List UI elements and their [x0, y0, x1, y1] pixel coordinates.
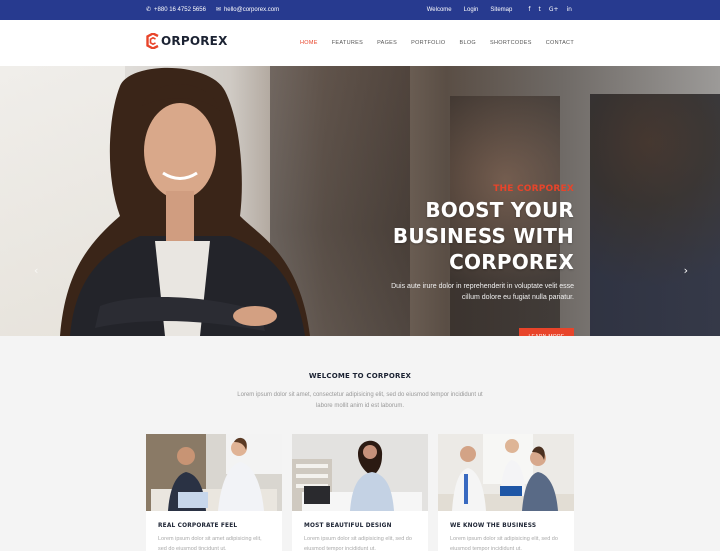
hero-description: Duis aute irure dolor in reprehenderit i…: [314, 281, 574, 303]
phone-number: +880 16 4752 5656: [154, 7, 206, 13]
hero-slider: ‹ › THE CORPOREX BOOST YOUR BUSINESS WIT…: [0, 66, 720, 336]
logo-text: ORPOREX: [161, 34, 228, 48]
phone-icon: ✆: [146, 6, 152, 13]
hero-woman-image: [60, 67, 310, 336]
card-text: Lorem ipsum dolor sit amet adipisicing e…: [158, 536, 262, 551]
feature-card[interactable]: REAL CORPORATE FEEL Lorem ipsum dolor si…: [146, 434, 282, 551]
hero-eyebrow: THE CORPOREX: [493, 184, 574, 194]
logo-mark-icon: [146, 33, 159, 49]
nav-shortcodes[interactable]: SHORTCODES: [490, 40, 532, 46]
learn-more-button[interactable]: LEARN MORE: [519, 328, 574, 336]
nav-contact[interactable]: CONTACT: [546, 40, 574, 46]
slider-next-arrow[interactable]: ›: [684, 264, 688, 277]
welcome-title: WELCOME TO CORPOREX: [308, 372, 412, 380]
nav-pages[interactable]: PAGES: [377, 40, 397, 46]
welcome-text: Lorem ipsum dolor sit amet, consectetur …: [237, 392, 483, 409]
email-contact[interactable]: ✉ hello@corporex.com: [215, 6, 280, 14]
linkedin-icon[interactable]: in: [567, 7, 572, 13]
headline-line: BUSINESS WITH: [392, 224, 574, 248]
description-line: Duis aute irure dolor in reprehenderit i…: [391, 283, 574, 290]
card-title: WE KNOW THE BUSINESS: [450, 523, 537, 529]
feature-card[interactable]: WE KNOW THE BUSINESS Lorem ipsum dolor s…: [438, 434, 574, 551]
logo[interactable]: ORPOREX: [146, 33, 228, 49]
welcome-section: WELCOME TO CORPOREX Lorem ipsum dolor si…: [0, 336, 720, 551]
card-image: [146, 434, 282, 511]
card-image: [438, 434, 574, 511]
nav-portfolio[interactable]: PORTFOLIO: [411, 40, 445, 46]
top-bar: ✆ +880 16 4752 5656 ✉ hello@corporex.com…: [0, 0, 720, 20]
nav-home[interactable]: HOME: [300, 40, 318, 46]
headline-line: BOOST YOUR: [425, 198, 574, 222]
description-line: cillum dolore eu fugiat nulla pariatur.: [461, 294, 574, 301]
sitemap-link[interactable]: Sitemap: [490, 7, 512, 13]
phone-contact[interactable]: ✆ +880 16 4752 5656: [146, 6, 206, 14]
envelope-icon: ✉: [215, 6, 221, 13]
background-person: [590, 94, 720, 336]
card-title: MOST BEAUTIFUL DESIGN: [304, 523, 392, 529]
card-title: REAL CORPORATE FEEL: [158, 523, 238, 529]
twitter-icon[interactable]: t: [538, 7, 540, 13]
google-plus-icon[interactable]: G+: [549, 7, 559, 13]
main-nav: HOME FEATURES PAGES PORTFOLIO BLOG SHORT…: [300, 20, 574, 66]
nav-blog[interactable]: BLOG: [460, 40, 476, 46]
hero-caption: THE CORPOREX BOOST YOUR BUSINESS WITH CO…: [314, 184, 574, 336]
feature-card[interactable]: MOST BEAUTIFUL DESIGN Lorem ipsum dolor …: [292, 434, 428, 551]
headline-line: CORPOREX: [449, 250, 574, 274]
facebook-icon[interactable]: f: [528, 7, 530, 13]
site-header: ORPOREX HOME FEATURES PAGES PORTFOLIO BL…: [0, 20, 720, 66]
email-address: hello@corporex.com: [223, 7, 280, 13]
nav-features[interactable]: FEATURES: [332, 40, 363, 46]
card-image: [292, 434, 428, 511]
card-text: Lorem ipsum dolor sit adipisicing elit, …: [450, 536, 558, 551]
card-text: Lorem ipsum dolor sit adipisicing elit, …: [304, 536, 412, 551]
login-link[interactable]: Login: [464, 7, 479, 13]
welcome-link[interactable]: Welcome: [427, 7, 452, 13]
hero-headline: BOOST YOUR BUSINESS WITH CORPOREX: [314, 197, 574, 275]
slider-prev-arrow[interactable]: ‹: [34, 264, 38, 277]
